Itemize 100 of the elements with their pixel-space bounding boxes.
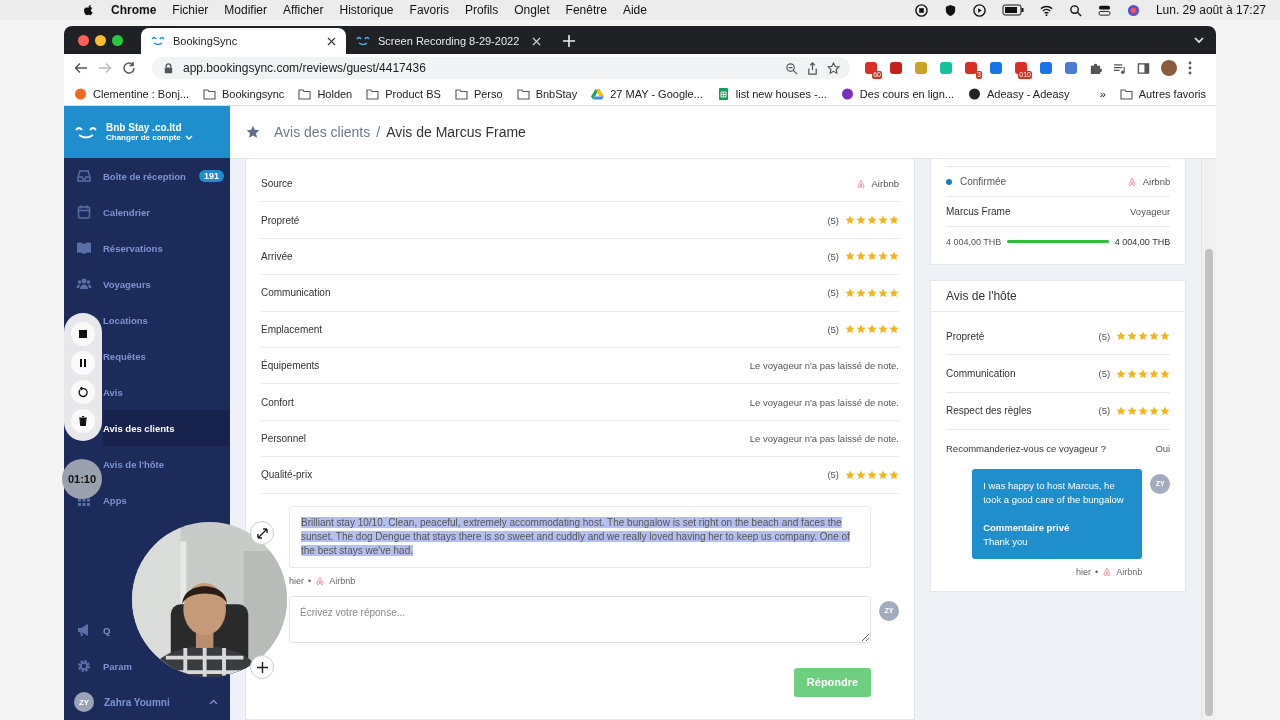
star-icon: [845, 251, 855, 262]
sidebar-item[interactable]: Param: [103, 648, 133, 684]
bookmark[interactable]: BnbStay: [516, 87, 578, 100]
bookmark[interactable]: Adeasy - Adeasy: [968, 87, 1070, 100]
side-panel-icon[interactable]: [1137, 61, 1150, 75]
close-window-button[interactable]: [78, 34, 89, 46]
extension-icon[interactable]: [1064, 61, 1078, 75]
pause-button[interactable]: [71, 350, 95, 375]
bookmark[interactable]: 27 MAY - Google...: [591, 87, 703, 100]
sidebar-item[interactable]: Avis: [103, 374, 230, 410]
extension-icon[interactable]: [1039, 61, 1053, 75]
bookmark[interactable]: Perso: [454, 87, 503, 100]
star-icon: [1160, 405, 1171, 416]
star-icon: [878, 215, 888, 226]
reply-field[interactable]: Écrivez votre réponse...: [289, 595, 871, 643]
profile-avatar[interactable]: [1161, 60, 1177, 76]
sidebar-item[interactable]: Avis des clients: [103, 410, 230, 446]
menu-icon[interactable]: [1188, 61, 1192, 75]
minimize-window-button[interactable]: [95, 34, 106, 46]
user-menu[interactable]: ZY Zahra Youmni: [64, 684, 230, 720]
menu-item[interactable]: Profils: [464, 3, 499, 17]
wifi-icon[interactable]: [1039, 3, 1053, 17]
toggles-icon[interactable]: [1097, 3, 1111, 17]
bookmark[interactable]: Des cours en lign...: [840, 87, 954, 100]
playlist-icon[interactable]: [1113, 61, 1126, 75]
switch-account-link[interactable]: Changer de compte: [106, 133, 181, 142]
new-tab-icon[interactable]: [563, 35, 575, 47]
sidebar-item[interactable]: Apps: [103, 482, 230, 518]
menu-item[interactable]: Favoris: [409, 3, 449, 17]
more-bookmarks-button[interactable]: »: [1099, 87, 1106, 100]
menu-item[interactable]: Fichier: [172, 3, 209, 17]
scrollbar-thumb[interactable]: [1205, 249, 1213, 716]
back-icon[interactable]: [74, 61, 88, 75]
detail-label: Personnel: [261, 432, 307, 444]
menu-item[interactable]: Afficher: [283, 3, 324, 17]
restart-button[interactable]: [71, 379, 95, 404]
guest-name: Marcus Frame: [946, 206, 1011, 217]
search-icon[interactable]: [1068, 3, 1082, 17]
star-icon[interactable]: [246, 125, 260, 139]
delete-button[interactable]: [71, 408, 95, 433]
profile-icon[interactable]: [1126, 3, 1140, 17]
browser-tab[interactable]: Screen Recording 8-29-2022: [346, 28, 551, 54]
reload-icon[interactable]: [122, 61, 136, 75]
extension-icon[interactable]: [889, 61, 903, 75]
star-icon: [1138, 405, 1149, 416]
apple-logo-icon[interactable]: [82, 3, 95, 17]
private-comment-text: Thank you: [983, 534, 1029, 549]
sidebar-item[interactable]: Locations: [103, 302, 230, 338]
puzzle-icon[interactable]: [1089, 61, 1102, 75]
menu-item[interactable]: Historique: [339, 3, 394, 17]
zoom-icon[interactable]: [785, 61, 798, 75]
account-switcher[interactable]: Bnb Stay .co.ltd Changer de compte: [64, 106, 230, 158]
sidebar-item[interactable]: Requêtes: [103, 338, 230, 374]
share-icon[interactable]: [806, 61, 819, 75]
sidebar-item[interactable]: Calendrier: [103, 194, 230, 230]
bookmark-star-icon[interactable]: [827, 61, 840, 75]
menu-item[interactable]: Onglet: [514, 3, 550, 17]
bookmark[interactable]: Autres favoris: [1119, 87, 1206, 100]
menu-item[interactable]: Modifier: [224, 3, 268, 17]
breadcrumb-link[interactable]: Avis des clients: [274, 124, 371, 140]
bookmark[interactable]: list new houses -...: [716, 87, 827, 100]
stop-button[interactable]: [71, 321, 95, 346]
star-icon: [867, 324, 877, 335]
address-bar[interactable]: app.bookingsync.com/reviews/guest/4417436: [152, 57, 850, 79]
tab-list-icon[interactable]: [1194, 35, 1204, 45]
booking-status: Confirmée: [960, 176, 1007, 187]
calendar-icon: [76, 204, 92, 220]
detail-label: Communication: [261, 287, 331, 299]
rating-label: Communication: [946, 368, 1016, 380]
play-icon[interactable]: [972, 3, 986, 17]
sidebar-item[interactable]: Q: [103, 612, 111, 648]
sidebar-item[interactable]: Avis de l'hôte: [103, 446, 230, 482]
expand-icon: [255, 526, 269, 540]
shield-icon[interactable]: [943, 3, 957, 17]
stop-icon: [77, 327, 89, 340]
sidebar-item[interactable]: Réservations: [103, 230, 230, 266]
menu-app-name[interactable]: Chrome: [111, 3, 157, 17]
bookmark[interactable]: Clementine : Bonj...: [74, 87, 189, 100]
spreadsheet-icon: [716, 87, 730, 100]
sidebar-item[interactable]: Voyageurs: [103, 266, 230, 302]
guest-role: Voyageur: [1130, 206, 1171, 217]
menu-item[interactable]: Fenêtre: [565, 3, 607, 17]
zoom-window-button[interactable]: [112, 34, 123, 46]
star-icon: [867, 287, 877, 298]
browser-tab[interactable]: BookingSync: [141, 28, 346, 54]
site-icon: [74, 87, 87, 100]
bookmark[interactable]: Holden: [298, 87, 353, 100]
close-tab-icon[interactable]: [327, 36, 336, 46]
star-icon: [889, 251, 899, 262]
battery-icon[interactable]: [1001, 4, 1024, 16]
sidebar-item[interactable]: Boîte de réception 191: [103, 158, 230, 194]
breadcrumb-current: Avis de Marcus Frame: [386, 124, 526, 140]
record-icon[interactable]: [914, 3, 928, 17]
bookmark[interactable]: Bookingsync: [203, 87, 285, 100]
bookmark[interactable]: Product BS: [366, 87, 441, 100]
extension-icon[interactable]: [989, 61, 1003, 75]
star-icon: [845, 469, 855, 480]
menu-item[interactable]: Aide: [622, 3, 647, 17]
separator-dot: •: [1095, 566, 1099, 577]
star-icon: [889, 469, 899, 480]
